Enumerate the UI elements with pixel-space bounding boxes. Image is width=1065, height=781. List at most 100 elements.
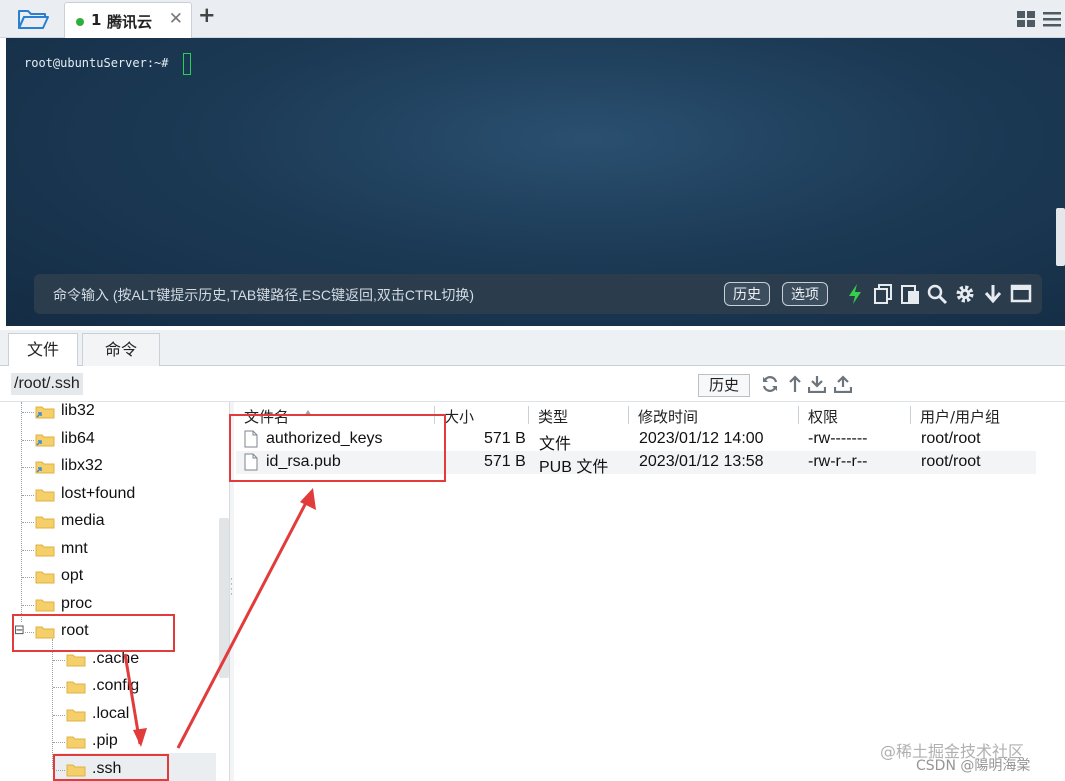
terminal-cursor [183,53,191,75]
folder-icon [66,681,86,694]
tree-guide-line [21,402,22,630]
tree-item-label: proc [61,594,93,612]
current-path-field[interactable]: /root/.ssh [11,373,83,395]
close-tab-icon[interactable]: ✕ [169,9,183,29]
column-size[interactable]: 大小 [444,406,474,427]
tree-item-pip[interactable]: .pip [66,732,216,754]
tree-item-label: .local [92,704,130,722]
folder-open-icon[interactable] [16,6,50,32]
column-type[interactable]: 类型 [538,406,568,427]
session-tab-title: 腾讯云 [107,13,153,31]
add-tab-button[interactable]: + [198,3,216,27]
file-cell-permissions: -rw------- [808,430,868,447]
command-input-placeholder[interactable]: 命令输入 (按ALT键提示历史,TAB键路径,ESC键返回,双击CTRL切换) [53,285,474,305]
path-bar: /root/.ssh 历史 [0,366,1065,402]
folder-icon [35,516,55,529]
directory-tree: lib32 lib64 libx32 lost+found media mnt opt pro… [0,402,230,781]
terminal-prompt: root@ubuntuServer:~# [24,56,169,70]
command-options-button[interactable]: 选项 [782,282,828,306]
hamburger-menu-icon[interactable] [1042,10,1062,28]
lightning-icon[interactable] [844,283,866,305]
file-cell-owner: root/root [921,453,981,470]
session-tab[interactable]: 1 腾讯云 ✕ [64,2,192,38]
tree-scrollbar[interactable] [219,518,229,678]
tree-guide-line [22,412,34,413]
tree-item-libx32[interactable]: libx32 [35,457,185,479]
column-separator[interactable] [528,406,529,424]
tree-item-opt[interactable]: opt [35,567,185,589]
terminal-scrollbar[interactable] [1056,208,1065,266]
folder-link-icon [35,461,55,474]
arrow-down-icon[interactable] [982,283,1004,305]
app-window: 1 腾讯云 ✕ + root@ubuntuServer:~# 命令输入 (按AL… [0,0,1065,781]
folder-icon [66,736,86,749]
folder-link-icon [35,434,55,446]
tree-item-config[interactable]: .config [66,677,216,699]
upload-arrow-icon[interactable] [786,375,804,393]
panel-tab-bar: 文件 命令 [0,330,1065,367]
tree-guide-line [52,639,53,769]
paste-icon[interactable] [899,283,921,305]
tree-item-media[interactable]: media [35,512,185,534]
folder-icon [35,599,55,611]
tree-guide-line [22,522,34,523]
tree-guide-line [53,687,65,688]
command-input-bar[interactable]: 命令输入 (按ALT键提示历史,TAB键路径,ESC键返回,双击CTRL切换) … [34,274,1042,314]
tree-item-mnt[interactable]: mnt [35,540,185,562]
tree-guide-line [53,659,65,661]
file-cell-modified: 2023/01/12 14:00 [639,430,764,447]
connection-status-dot [76,18,84,26]
tree-item-label: lost+found [61,484,136,502]
command-history-button[interactable]: 历史 [724,282,770,306]
session-tab-number: 1 [91,11,102,29]
session-tab-bar: 1 腾讯云 ✕ + [0,0,1065,38]
tab-files[interactable]: 文件 [8,333,78,367]
column-separator[interactable] [628,406,629,424]
terminal-pane[interactable]: root@ubuntuServer:~# 命令输入 (按ALT键提示历史,TAB… [6,38,1065,326]
panel-splitter-dots: · · · · [230,575,233,600]
column-permissions[interactable]: 权限 [808,406,838,427]
column-modified[interactable]: 修改时间 [638,406,698,427]
folder-icon [35,544,55,556]
tree-item-label: media [61,512,105,529]
folder-link-icon [35,406,55,419]
tree-item-label: .pip [92,732,118,749]
tree-guide-line [22,467,34,468]
column-owner[interactable]: 用户/用户组 [920,406,1000,427]
tree-item-label: opt [61,567,84,584]
tree-item-label: lib32 [61,402,95,419]
folder-icon [35,571,55,584]
gear-icon[interactable] [954,283,976,305]
upload-icon[interactable] [834,375,852,393]
column-separator[interactable] [910,406,911,424]
tree-guide-line [22,439,34,441]
window-icon[interactable] [1010,283,1032,305]
refresh-icon[interactable] [761,375,779,393]
download-icon[interactable] [808,375,826,393]
copy-icon[interactable] [872,283,894,305]
folder-icon [35,489,55,501]
tab-commands[interactable]: 命令 [82,333,160,366]
tree-item-local[interactable]: .local [66,705,216,727]
grid-view-icon[interactable] [1016,10,1036,28]
path-history-button[interactable]: 历史 [698,374,750,397]
file-cell-modified: 2023/01/12 13:58 [639,453,764,470]
folder-icon [66,709,86,721]
tree-item-cache[interactable]: .cache [66,650,216,672]
folder-icon [66,654,86,666]
tree-item-lib32[interactable]: lib32 [35,402,185,424]
annotation-box-root [12,614,175,652]
tree-item-label: mnt [61,539,88,557]
tree-guide-line [22,577,34,578]
tree-item-label: libx32 [61,457,103,474]
file-cell-size: 571 B [484,453,526,470]
search-icon[interactable] [926,283,948,305]
file-cell-size: 571 B [484,430,526,447]
watermark-csdn: CSDN @陽明海棠 [916,758,1031,774]
tree-item-lostfound[interactable]: lost+found [35,485,185,507]
tree-item-label: .cache [92,649,140,667]
tree-guide-line [22,494,34,496]
tree-item-lib64[interactable]: lib64 [35,430,185,452]
column-separator[interactable] [798,406,799,424]
annotation-box-files [229,414,446,482]
